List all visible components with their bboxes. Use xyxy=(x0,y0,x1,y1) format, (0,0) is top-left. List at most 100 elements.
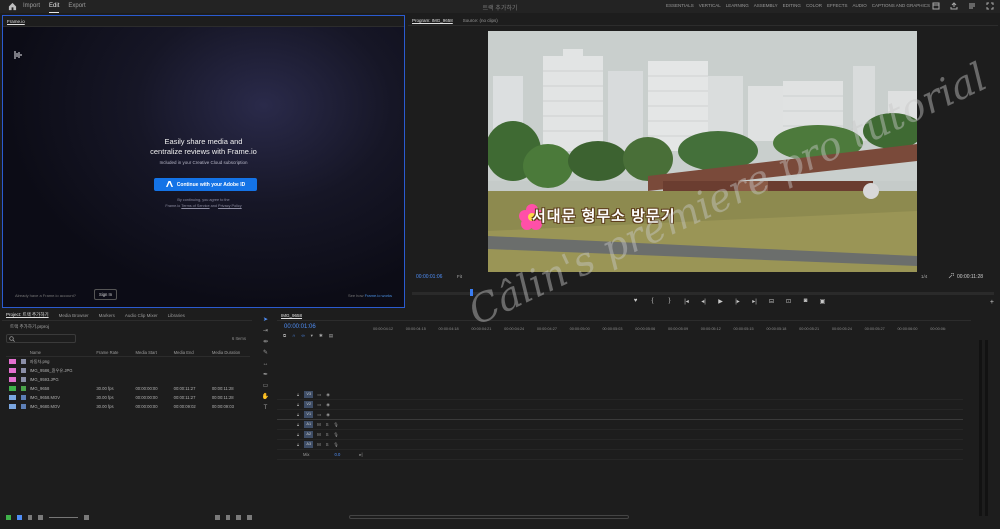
mix-value[interactable]: 0.0 xyxy=(335,452,341,457)
workspace-captions[interactable]: CAPTIONS AND GRAPHICS xyxy=(872,3,930,8)
column-name[interactable]: Name xyxy=(30,350,97,355)
timeline-zoom-scrollbar[interactable] xyxy=(349,515,629,519)
mic-icon[interactable]: 🎙︎ xyxy=(334,422,339,428)
workspace-audio[interactable]: AUDIO xyxy=(852,3,866,8)
sync-lock-icon[interactable]: ▭ xyxy=(317,392,321,397)
sort-icon[interactable] xyxy=(83,514,89,520)
ripple-edit-tool-icon[interactable]: ⇹ xyxy=(262,338,270,346)
tab-source[interactable]: Source: (no clips) xyxy=(463,18,498,23)
mute-icon[interactable]: M xyxy=(317,442,321,447)
mark-out-icon[interactable]: } xyxy=(666,298,673,305)
project-row[interactable]: IMG_9586_흰우유.JPG xyxy=(6,366,250,375)
rectangle-tool-icon[interactable]: ▭ xyxy=(262,382,270,390)
lock-icon[interactable]: 🔒︎ xyxy=(297,432,299,437)
tab-markers[interactable]: Markers xyxy=(99,313,115,318)
column-media-end[interactable]: Media End xyxy=(174,350,212,355)
track-label-v1[interactable]: V1 xyxy=(304,411,314,418)
export-frame-icon[interactable]: ◙ xyxy=(802,298,809,305)
tab-libraries[interactable]: Libraries xyxy=(168,313,185,318)
lift-icon[interactable]: ⊟ xyxy=(768,298,775,305)
track-label-a1[interactable]: A1 xyxy=(304,421,314,428)
zoom-slider[interactable] xyxy=(49,516,78,518)
tab-import[interactable]: Import xyxy=(23,0,40,13)
solo-icon[interactable]: S xyxy=(326,432,329,437)
sign-in-button[interactable]: Sign In xyxy=(94,289,118,300)
column-frame-rate[interactable]: Frame Rate xyxy=(96,350,135,355)
workspace-essentials[interactable]: ESSENTIALS xyxy=(666,3,694,8)
project-row[interactable]: IMG_9593.JPG xyxy=(6,375,250,384)
find-icon[interactable] xyxy=(236,514,242,520)
timeline-timecode[interactable]: 00:00:01:06 xyxy=(284,324,316,330)
track-label-a2[interactable]: A2 xyxy=(304,431,314,438)
nest-icon[interactable]: ⧉ xyxy=(283,333,286,339)
frameio-works-link[interactable]: Frame.io works xyxy=(365,293,392,298)
tab-audio-clip-mixer[interactable]: Audio Clip Mixer xyxy=(125,313,158,318)
wrench-icon[interactable] xyxy=(948,272,955,279)
tab-frameio[interactable]: Frame.io xyxy=(7,19,25,24)
lock-icon[interactable]: 🔒︎ xyxy=(297,422,299,427)
mark-in-icon[interactable]: { xyxy=(649,298,656,305)
program-playhead[interactable] xyxy=(470,289,473,296)
timeline-settings-icon[interactable]: ✱ xyxy=(319,333,323,339)
captions-icon[interactable]: ▤ xyxy=(329,333,333,339)
mute-icon[interactable]: M xyxy=(317,432,321,437)
extract-icon[interactable]: ⊡ xyxy=(785,298,792,305)
workspace-effects[interactable]: EFFECTS xyxy=(827,3,848,8)
progress-icon[interactable] xyxy=(968,2,976,10)
timeline-ruler[interactable]: 00:00:04:12 00:00:04:15 00:00:04:18 00:00:0… xyxy=(373,326,963,336)
clear-icon[interactable] xyxy=(247,514,252,520)
mic-icon[interactable]: 🎙︎ xyxy=(334,442,339,448)
lock-icon[interactable]: 🔒︎ xyxy=(297,392,299,397)
program-current-timecode[interactable]: 00:00:01:06 xyxy=(416,274,442,280)
track-select-tool-icon[interactable]: ⇥ xyxy=(262,327,270,335)
tab-sequence[interactable]: IMG_9658 xyxy=(281,313,302,318)
privacy-policy-link[interactable]: Privacy Policy xyxy=(218,204,242,208)
share-icon[interactable] xyxy=(950,2,958,10)
program-scrub-bar[interactable] xyxy=(412,292,994,295)
hand-tool-icon[interactable]: ✋ xyxy=(262,393,270,401)
play-icon[interactable]: ▶ xyxy=(717,298,724,305)
step-forward-icon[interactable]: |▸ xyxy=(734,298,741,305)
column-media-duration[interactable]: Media Duration xyxy=(212,350,250,355)
project-row[interactable]: IMG_9658 30.00 fps 00:00:00:00 00:00:11:27 0… xyxy=(6,384,250,393)
snap-icon[interactable]: ∩ xyxy=(292,333,295,339)
sync-lock-icon[interactable]: ▭ xyxy=(317,412,321,417)
resolution-dropdown[interactable]: 1/4 xyxy=(921,274,927,279)
go-to-in-icon[interactable]: |◂ xyxy=(683,298,690,305)
lock-icon[interactable]: 🔒︎ xyxy=(297,442,299,447)
slip-tool-icon[interactable]: ↔ xyxy=(262,360,270,368)
workspace-color[interactable]: COLOR xyxy=(806,3,822,8)
project-row[interactable]: 자동차.png xyxy=(6,357,250,366)
eye-icon[interactable]: ◉ xyxy=(326,402,330,407)
step-back-icon[interactable]: ◂| xyxy=(700,298,707,305)
tab-media-browser[interactable]: Media Browser xyxy=(59,313,89,318)
home-icon[interactable] xyxy=(8,2,17,11)
new-bin-icon[interactable] xyxy=(214,514,220,520)
tab-edit[interactable]: Edit xyxy=(49,1,60,13)
mix-go-to-end-icon[interactable]: ▸| xyxy=(359,452,362,457)
list-view-icon[interactable] xyxy=(16,514,22,520)
selection-tool-icon[interactable]: ➤ xyxy=(262,316,270,324)
icon-view-icon[interactable] xyxy=(27,514,33,520)
sync-lock-icon[interactable]: ▭ xyxy=(317,402,321,407)
solo-icon[interactable]: S xyxy=(326,422,329,427)
track-label-v3[interactable]: V3 xyxy=(304,391,314,398)
terms-of-service-link[interactable]: Terms of Service xyxy=(181,204,209,208)
solo-icon[interactable]: S xyxy=(326,442,329,447)
track-label-a3[interactable]: A3 xyxy=(304,441,314,448)
fit-dropdown[interactable]: Fit xyxy=(457,274,462,279)
comparison-view-icon[interactable]: ▣ xyxy=(819,298,826,305)
type-tool-icon[interactable]: T xyxy=(262,404,270,412)
eye-icon[interactable]: ◉ xyxy=(326,392,330,397)
lock-icon[interactable]: 🔒︎ xyxy=(297,412,299,417)
continue-adobe-id-button[interactable]: Continue with your Adobe ID xyxy=(154,178,257,191)
lock-icon[interactable]: 🔒︎ xyxy=(297,402,299,407)
razor-tool-icon[interactable]: ✎ xyxy=(262,349,270,357)
tab-program[interactable]: Program: IMG_9658 xyxy=(412,18,453,23)
new-item-icon[interactable] xyxy=(225,514,231,520)
workspaces-icon[interactable] xyxy=(932,2,940,10)
track-label-v2[interactable]: V2 xyxy=(304,401,314,408)
linked-selection-icon[interactable]: ∞ xyxy=(301,333,304,339)
workspace-learning[interactable]: LEARNING xyxy=(726,3,749,8)
write-protect-icon[interactable] xyxy=(6,514,11,520)
